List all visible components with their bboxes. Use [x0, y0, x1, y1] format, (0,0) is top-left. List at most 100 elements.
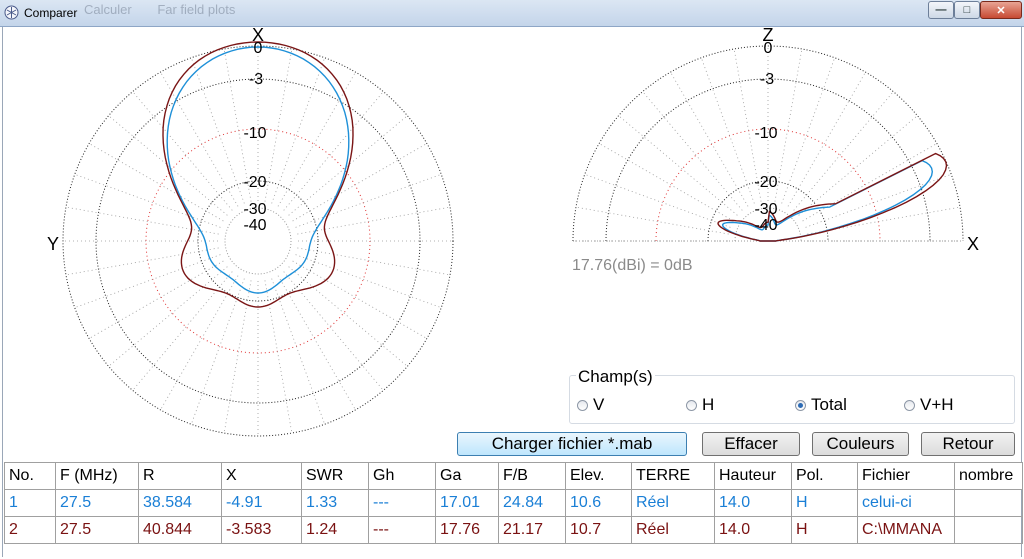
- radio-total[interactable]: Total: [795, 395, 847, 415]
- table-cell[interactable]: 14.0: [714, 516, 792, 544]
- colors-button[interactable]: Couleurs: [812, 432, 909, 456]
- azimuth-ring-label: 0: [254, 40, 263, 57]
- column-header[interactable]: F (MHz): [55, 462, 139, 490]
- grid-spoke: [88, 260, 224, 339]
- grid-spoke: [642, 91, 743, 211]
- grid-spoke: [65, 247, 219, 276]
- table-cell[interactable]: Réel: [631, 516, 715, 544]
- column-header[interactable]: Fichier: [857, 462, 955, 490]
- table-cell[interactable]: 1.33: [301, 489, 369, 517]
- radio-icon: [904, 399, 915, 411]
- clear-button[interactable]: Effacer: [702, 432, 800, 456]
- grid-spoke: [264, 48, 293, 202]
- table-cell[interactable]: 10.6: [565, 489, 632, 517]
- table-cell[interactable]: H: [791, 489, 858, 517]
- elevation-ring-label: -30: [754, 201, 777, 218]
- grid-spoke: [223, 280, 252, 434]
- elevation-ring-label: -3: [760, 71, 774, 88]
- back-button[interactable]: Retour: [921, 432, 1015, 456]
- elevation-ring-label: 0: [764, 40, 773, 57]
- grid-spoke: [132, 91, 233, 211]
- azimuth-plot: [62, 41, 454, 437]
- radio-v[interactable]: V: [577, 395, 604, 415]
- table-cell[interactable]: 24.84: [498, 489, 566, 517]
- table-cell[interactable]: 17.76: [435, 516, 499, 544]
- table-cell[interactable]: ---: [368, 489, 436, 517]
- azimuth-ring-label: -10: [243, 125, 266, 142]
- grid-spoke: [297, 247, 451, 276]
- table-cell[interactable]: H: [791, 516, 858, 544]
- table-cell[interactable]: C:\MMANA: [857, 516, 955, 544]
- radio-icon: [577, 399, 588, 411]
- column-header[interactable]: Hauteur: [714, 462, 792, 490]
- azimuth-ring-label: -20: [243, 174, 266, 191]
- grid-spoke: [283, 271, 384, 391]
- grid-spoke: [584, 173, 731, 228]
- table-cell[interactable]: 27.5: [55, 489, 139, 517]
- azimuth-ring-label: -3: [249, 71, 263, 88]
- grid-spoke: [295, 254, 442, 309]
- column-header[interactable]: Pol.: [791, 462, 858, 490]
- grid-spoke: [264, 280, 293, 434]
- table-cell[interactable]: celui-ci: [857, 489, 955, 517]
- table-cell[interactable]: 38.584: [138, 489, 222, 517]
- column-header[interactable]: No.: [4, 462, 56, 490]
- column-header[interactable]: TERRE: [631, 462, 715, 490]
- table-cell[interactable]: 10.7: [565, 516, 632, 544]
- azimuth-ring-label: -40: [243, 217, 266, 234]
- column-header[interactable]: F/B: [498, 462, 566, 490]
- grid-ring: [145, 128, 371, 354]
- table-cell[interactable]: [954, 516, 1023, 544]
- column-header[interactable]: Elev.: [565, 462, 632, 490]
- grid-spoke: [787, 71, 866, 207]
- azimuth-left-axis-label: Y: [47, 234, 59, 254]
- elevation-ring-label: -10: [754, 125, 777, 142]
- grid-spoke: [277, 275, 356, 411]
- table-cell[interactable]: 1: [4, 489, 56, 517]
- table-header-row: No. F (MHz) R X SWR Gh Ga F/B Elev. TERR…: [4, 462, 1023, 490]
- column-header[interactable]: SWR: [301, 462, 369, 490]
- column-header[interactable]: nombre: [954, 462, 1023, 490]
- radio-selected-icon: [795, 399, 806, 411]
- table-cell[interactable]: 27.5: [55, 516, 139, 544]
- table-row[interactable]: 1 27.5 38.584 -4.91 1.33 --- 17.01 24.84…: [4, 489, 1023, 517]
- table-cell[interactable]: 1.24: [301, 516, 369, 544]
- table-cell[interactable]: -3.583: [221, 516, 302, 544]
- series-2-curve: [717, 152, 948, 242]
- radio-label: V+H: [920, 395, 954, 414]
- column-header[interactable]: X: [221, 462, 302, 490]
- table-row[interactable]: 2 27.5 40.844 -3.583 1.24 --- 17.76 21.1…: [4, 516, 1023, 544]
- table-cell[interactable]: ---: [368, 516, 436, 544]
- column-header[interactable]: Gh: [368, 462, 436, 490]
- grid-spoke: [160, 275, 239, 411]
- results-table: No. F (MHz) R X SWR Gh Ga F/B Elev. TERR…: [4, 462, 1023, 544]
- champs-group-title: Champ(s): [576, 367, 655, 387]
- table-cell[interactable]: 14.0: [714, 489, 792, 517]
- radio-label: H: [702, 395, 715, 414]
- table-cell[interactable]: 17.01: [435, 489, 499, 517]
- table-cell[interactable]: -4.91: [221, 489, 302, 517]
- grid-spoke: [74, 173, 221, 228]
- radio-label: Total: [811, 395, 847, 414]
- radio-h[interactable]: H: [686, 395, 714, 415]
- table-cell[interactable]: 21.17: [498, 516, 566, 544]
- table-cell[interactable]: 40.844: [138, 516, 222, 544]
- grid-spoke: [288, 266, 408, 367]
- grid-spoke: [618, 115, 738, 216]
- grid-spoke: [271, 278, 326, 425]
- grid-spoke: [670, 71, 749, 207]
- table-cell[interactable]: Réel: [631, 489, 715, 517]
- radio-label: V: [593, 395, 605, 414]
- load-file-button[interactable]: Charger fichier *.mab: [457, 432, 687, 456]
- elevation-ring-label: -40: [754, 217, 777, 234]
- grid-spoke: [292, 143, 428, 222]
- column-header[interactable]: R: [138, 462, 222, 490]
- grid-spoke: [283, 91, 384, 211]
- table-cell[interactable]: 2: [4, 516, 56, 544]
- table-cell[interactable]: [954, 489, 1023, 517]
- column-header[interactable]: Ga: [435, 462, 499, 490]
- grid-spoke: [271, 57, 326, 204]
- grid-spoke: [108, 266, 228, 367]
- grid-spoke: [88, 143, 224, 222]
- radio-v-plus-h[interactable]: V+H: [904, 395, 954, 415]
